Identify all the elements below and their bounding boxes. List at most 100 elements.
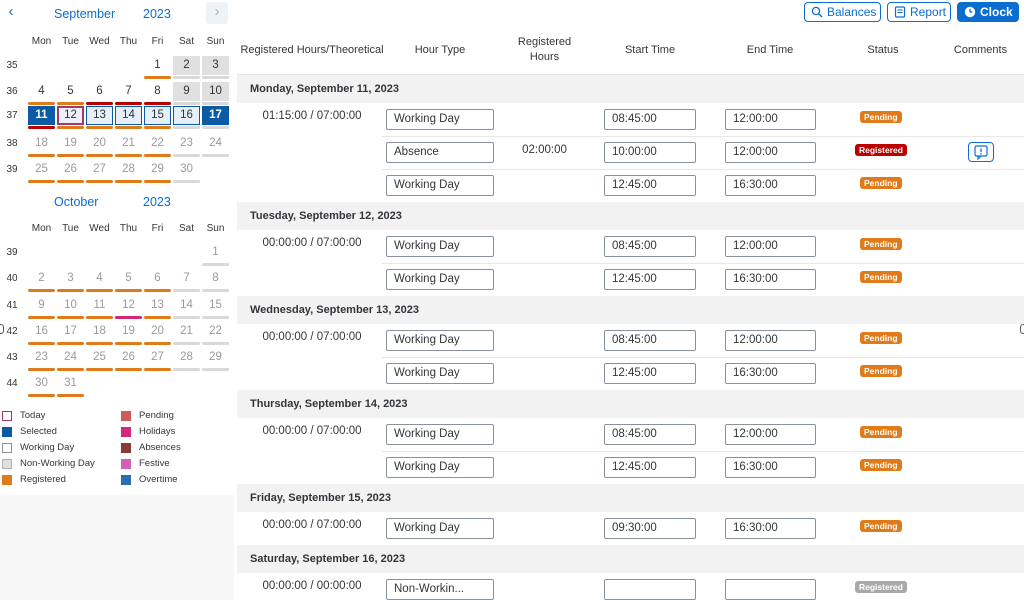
end-time-field[interactable]: 16:30:00 [725, 269, 816, 290]
hour-type-field[interactable]: Working Day [386, 424, 494, 445]
calendar-day[interactable]: 19 [57, 134, 84, 153]
end-time-field[interactable]: 16:30:00 [725, 363, 816, 384]
calendar-day[interactable]: 16 [173, 106, 200, 125]
calendar-day[interactable]: 13 [144, 296, 171, 315]
calendar-day[interactable]: 14 [173, 296, 200, 315]
hour-type-field[interactable]: Working Day [386, 330, 494, 351]
calendar-day[interactable]: 3 [57, 269, 84, 288]
calendar-day[interactable]: 8 [202, 269, 229, 288]
calendar-day[interactable]: 4 [86, 269, 113, 288]
hour-type-field[interactable]: Working Day [386, 175, 494, 196]
calendar-day[interactable]: 27 [144, 348, 171, 367]
calendar-day[interactable]: 30 [173, 160, 200, 179]
calendar-day[interactable]: 1 [202, 243, 229, 262]
calendar-day[interactable]: 4 [28, 82, 55, 101]
calendar-day[interactable]: 25 [86, 348, 113, 367]
calendar-day[interactable]: 24 [57, 348, 84, 367]
calendar-day[interactable]: 22 [144, 134, 171, 153]
previous-month-button[interactable]: ‹ [0, 2, 22, 24]
calendar-day[interactable]: 10 [202, 82, 229, 101]
balances-button[interactable]: Balances [804, 2, 881, 22]
calendar-day[interactable]: 9 [173, 82, 200, 101]
calendar-day[interactable]: 15 [144, 106, 171, 125]
end-time-field[interactable] [725, 579, 816, 600]
start-time-field[interactable]: 08:45:00 [604, 424, 696, 445]
calendar-day[interactable]: 21 [115, 134, 142, 153]
calendar-day[interactable]: 6 [86, 82, 113, 101]
year-button[interactable]: 2023 [143, 7, 171, 21]
end-time-field[interactable]: 16:30:00 [725, 518, 816, 539]
calendar-day[interactable]: 28 [115, 160, 142, 179]
calendar-day[interactable]: 26 [57, 160, 84, 179]
report-button[interactable]: Report [887, 2, 951, 22]
calendar-day[interactable]: 3 [202, 56, 229, 75]
calendar-day[interactable]: 28 [173, 348, 200, 367]
calendar-day[interactable]: 9 [28, 296, 55, 315]
comment-button[interactable] [968, 142, 994, 162]
end-time-field[interactable]: 16:30:00 [725, 175, 816, 196]
calendar-day[interactable]: 21 [173, 322, 200, 341]
start-time-field[interactable]: 12:45:00 [604, 363, 696, 384]
end-time-field[interactable]: 12:00:00 [725, 236, 816, 257]
calendar-day[interactable]: 23 [173, 134, 200, 153]
calendar-day[interactable]: 2 [173, 56, 200, 75]
hour-type-field[interactable]: Absence [386, 142, 494, 163]
calendar-day[interactable]: 22 [202, 322, 229, 341]
calendar-day[interactable]: 27 [86, 160, 113, 179]
clock-button[interactable]: Clock [957, 2, 1019, 22]
calendar-day[interactable]: 15 [202, 296, 229, 315]
calendar-day[interactable]: 1 [144, 56, 171, 75]
calendar-day[interactable]: 7 [173, 269, 200, 288]
calendar-day[interactable]: 20 [144, 322, 171, 341]
calendar-day[interactable]: 11 [86, 296, 113, 315]
end-time-field[interactable]: 12:00:00 [725, 424, 816, 445]
end-time-field[interactable]: 12:00:00 [725, 330, 816, 351]
start-time-field[interactable]: 12:45:00 [604, 175, 696, 196]
calendar-day[interactable]: 8 [144, 82, 171, 101]
hour-type-field[interactable]: Working Day [386, 236, 494, 257]
calendar-day[interactable]: 2 [28, 269, 55, 288]
calendar-day[interactable]: 29 [202, 348, 229, 367]
hour-type-field[interactable]: Working Day [386, 109, 494, 130]
calendar-day[interactable]: 6 [144, 269, 171, 288]
calendar-day[interactable]: 13 [86, 106, 113, 125]
calendar-day[interactable]: 31 [57, 374, 84, 393]
start-time-field[interactable] [604, 579, 696, 600]
calendar-day[interactable]: 19 [115, 322, 142, 341]
start-time-field[interactable]: 10:00:00 [604, 142, 696, 163]
month-name-button[interactable]: October [54, 195, 98, 209]
calendar-day[interactable]: 17 [57, 322, 84, 341]
calendar-day[interactable]: 20 [86, 134, 113, 153]
end-time-field[interactable]: 16:30:00 [725, 457, 816, 478]
calendar-day[interactable]: 10 [57, 296, 84, 315]
calendar-day[interactable]: 26 [115, 348, 142, 367]
calendar-day[interactable]: 14 [115, 106, 142, 125]
calendar-day[interactable]: 12 [57, 106, 84, 125]
hour-type-field[interactable]: Non-Workin... [386, 579, 494, 600]
calendar-day[interactable]: 7 [115, 82, 142, 101]
end-time-field[interactable]: 12:00:00 [725, 109, 816, 130]
calendar-day[interactable]: 12 [115, 296, 142, 315]
start-time-field[interactable]: 12:45:00 [604, 457, 696, 478]
hour-type-field[interactable]: Working Day [386, 269, 494, 290]
calendar-day[interactable]: 17 [202, 106, 229, 125]
start-time-field[interactable]: 08:45:00 [604, 330, 696, 351]
start-time-field[interactable]: 12:45:00 [604, 269, 696, 290]
calendar-day[interactable]: 30 [28, 374, 55, 393]
hour-type-field[interactable]: Working Day [386, 518, 494, 539]
start-time-field[interactable]: 09:30:00 [604, 518, 696, 539]
calendar-day[interactable]: 11 [28, 106, 55, 125]
calendar-day[interactable]: 5 [57, 82, 84, 101]
calendar-day[interactable]: 5 [115, 269, 142, 288]
calendar-day[interactable]: 18 [28, 134, 55, 153]
calendar-day[interactable]: 29 [144, 160, 171, 179]
calendar-day[interactable]: 16 [28, 322, 55, 341]
start-time-field[interactable]: 08:45:00 [604, 109, 696, 130]
month-name-button[interactable]: September [54, 7, 115, 21]
year-button[interactable]: 2023 [143, 195, 171, 209]
start-time-field[interactable]: 08:45:00 [604, 236, 696, 257]
calendar-day[interactable]: 24 [202, 134, 229, 153]
hour-type-field[interactable]: Working Day [386, 457, 494, 478]
calendar-day[interactable]: 23 [28, 348, 55, 367]
calendar-day[interactable]: 18 [86, 322, 113, 341]
